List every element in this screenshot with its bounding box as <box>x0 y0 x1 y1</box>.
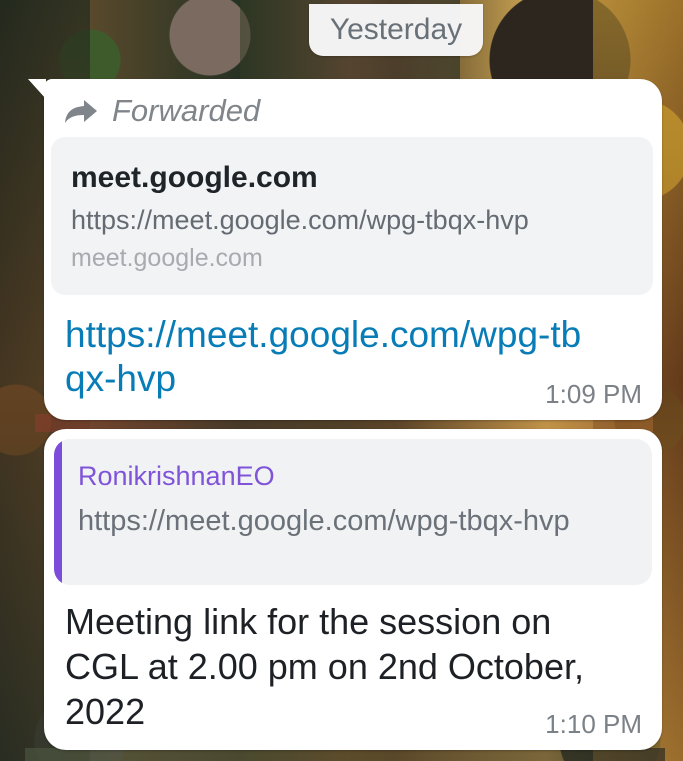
quoted-message[interactable]: RonikrishnanEO https://meet.google.com/w… <box>54 439 652 585</box>
quote-accent-bar <box>54 439 62 585</box>
quoted-text: https://meet.google.com/wpg-tbqx-hvp <box>78 505 570 537</box>
message-bubble-forwarded[interactable]: Forwarded meet.google.com https://meet.g… <box>28 79 662 420</box>
link-preview-card[interactable]: meet.google.com https://meet.google.com/… <box>51 137 653 295</box>
message-link[interactable]: https://meet.google.com/wpg-tbqx-hvp <box>65 313 600 401</box>
forwarded-text: Forwarded <box>112 93 261 128</box>
message-body: Meeting link for the session on CGL at 2… <box>65 601 584 732</box>
link-preview-domain: meet.google.com <box>71 244 263 272</box>
link-preview-url: https://meet.google.com/wpg-tbqx-hvp <box>71 205 529 235</box>
date-separator: Yesterday <box>309 4 483 56</box>
message-timestamp: 1:10 PM <box>545 709 642 739</box>
message-timestamp: 1:09 PM <box>545 379 642 409</box>
message-bubble-reply[interactable]: RonikrishnanEO https://meet.google.com/w… <box>44 429 662 750</box>
forwarded-label: Forwarded <box>64 93 260 129</box>
forward-arrow-icon <box>64 97 98 125</box>
quoted-author: RonikrishnanEO <box>78 461 275 491</box>
link-preview-title: meet.google.com <box>71 161 318 194</box>
